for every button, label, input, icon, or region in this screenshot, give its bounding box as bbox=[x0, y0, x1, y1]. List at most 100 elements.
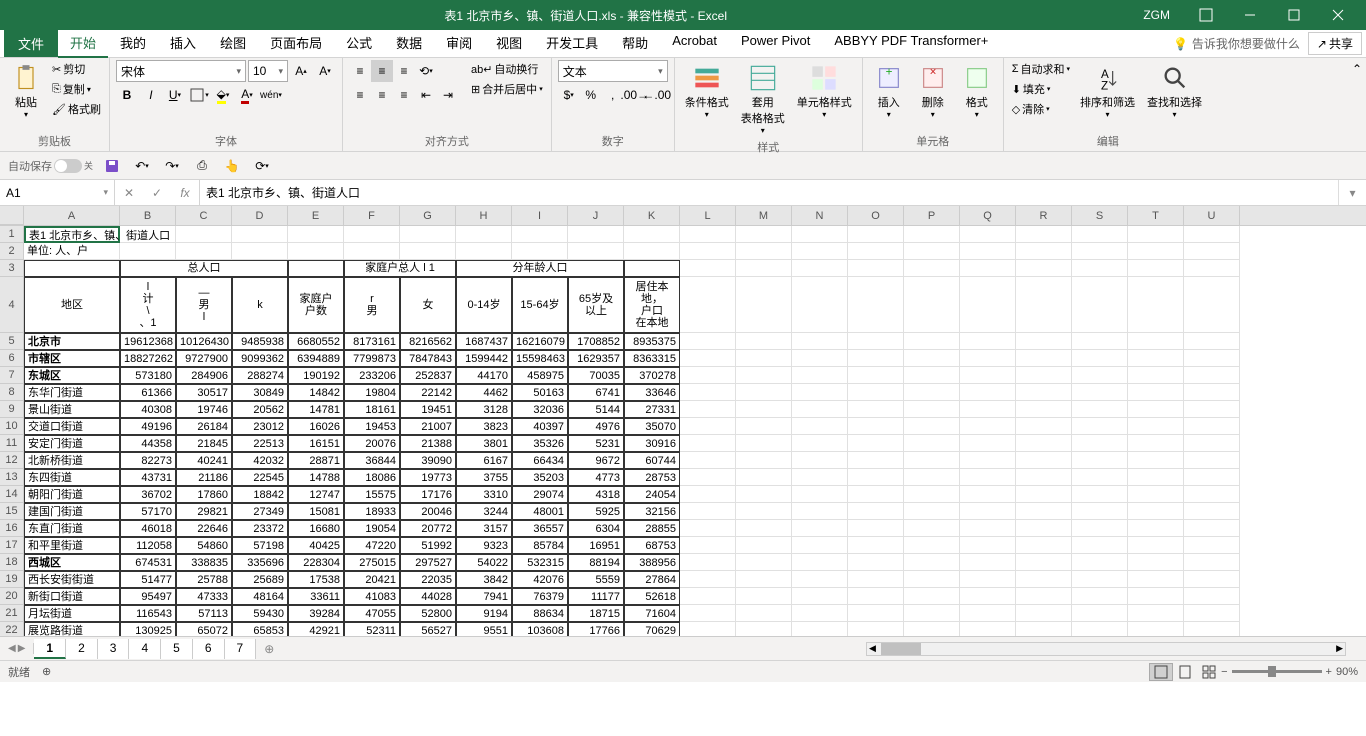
row-header-3[interactable]: 3 bbox=[0, 260, 24, 277]
cell[interactable]: 43731 bbox=[120, 469, 176, 486]
minimize-button[interactable] bbox=[1230, 1, 1270, 29]
cell[interactable]: 17176 bbox=[400, 486, 456, 503]
cell[interactable] bbox=[792, 277, 848, 333]
cell[interactable] bbox=[1072, 401, 1128, 418]
cell[interactable] bbox=[680, 520, 736, 537]
cell[interactable]: 3823 bbox=[456, 418, 512, 435]
cell[interactable]: 19612368 bbox=[120, 333, 176, 350]
cell[interactable] bbox=[848, 537, 904, 554]
cell[interactable] bbox=[792, 367, 848, 384]
ribbon-tab-9[interactable]: 开发工具 bbox=[534, 29, 610, 58]
row-header-13[interactable]: 13 bbox=[0, 469, 24, 486]
cell[interactable] bbox=[1128, 452, 1184, 469]
cell[interactable]: 15575 bbox=[344, 486, 400, 503]
cell[interactable]: 44028 bbox=[400, 588, 456, 605]
cell[interactable] bbox=[848, 520, 904, 537]
cell[interactable]: 交道口街道 bbox=[24, 418, 120, 435]
cell[interactable]: 29074 bbox=[512, 486, 568, 503]
cell[interactable] bbox=[1184, 469, 1240, 486]
cell[interactable] bbox=[120, 226, 176, 243]
ribbon-tab-10[interactable]: 帮助 bbox=[610, 29, 660, 58]
cell[interactable] bbox=[680, 452, 736, 469]
cell[interactable]: 85784 bbox=[512, 537, 568, 554]
cell[interactable] bbox=[1184, 401, 1240, 418]
cell[interactable]: 4976 bbox=[568, 418, 624, 435]
cell[interactable]: 50163 bbox=[512, 384, 568, 401]
cell[interactable] bbox=[792, 622, 848, 636]
cell[interactable] bbox=[960, 367, 1016, 384]
sheet-tab-3[interactable]: 3 bbox=[98, 639, 130, 659]
cell[interactable] bbox=[1016, 367, 1072, 384]
format-table-button[interactable]: 套用 表格格式▾ bbox=[737, 60, 789, 137]
cell[interactable] bbox=[512, 243, 568, 260]
row-header-5[interactable]: 5 bbox=[0, 333, 24, 350]
col-header-M[interactable]: M bbox=[736, 206, 792, 225]
cell[interactable] bbox=[1072, 622, 1128, 636]
cell[interactable]: 4773 bbox=[568, 469, 624, 486]
cell[interactable]: 21186 bbox=[176, 469, 232, 486]
cell[interactable] bbox=[1072, 277, 1128, 333]
cell[interactable] bbox=[624, 226, 680, 243]
cell[interactable] bbox=[1072, 350, 1128, 367]
format-cells-button[interactable]: 格式▾ bbox=[957, 60, 997, 121]
cell[interactable]: 16216079 bbox=[512, 333, 568, 350]
cell[interactable] bbox=[960, 554, 1016, 571]
cell[interactable] bbox=[1072, 486, 1128, 503]
cell[interactable]: 西长安街街道 bbox=[24, 571, 120, 588]
spreadsheet-grid[interactable]: ABCDEFGHIJKLMNOPQRSTU 1表1 北京市乡、镇、街道人口2单位… bbox=[0, 206, 1366, 636]
cell[interactable]: 44170 bbox=[456, 367, 512, 384]
cell[interactable] bbox=[568, 226, 624, 243]
qat-touch-icon[interactable]: 👆 bbox=[221, 155, 243, 177]
cell[interactable] bbox=[736, 333, 792, 350]
close-button[interactable] bbox=[1318, 1, 1358, 29]
cell[interactable] bbox=[1072, 571, 1128, 588]
cell[interactable] bbox=[960, 452, 1016, 469]
align-left-button[interactable]: ≡ bbox=[349, 84, 371, 106]
cell[interactable]: 40397 bbox=[512, 418, 568, 435]
cell[interactable]: 25788 bbox=[176, 571, 232, 588]
cell[interactable]: 9099362 bbox=[232, 350, 288, 367]
cell[interactable] bbox=[1128, 605, 1184, 622]
cell[interactable]: 23012 bbox=[232, 418, 288, 435]
cell[interactable] bbox=[904, 605, 960, 622]
cell[interactable] bbox=[736, 435, 792, 452]
cell[interactable] bbox=[344, 226, 400, 243]
cell[interactable]: 9551 bbox=[456, 622, 512, 636]
cell[interactable] bbox=[736, 571, 792, 588]
cell[interactable] bbox=[1016, 226, 1072, 243]
cell[interactable]: 17538 bbox=[288, 571, 344, 588]
cell[interactable]: 70035 bbox=[568, 367, 624, 384]
cell[interactable]: 27349 bbox=[232, 503, 288, 520]
cell[interactable] bbox=[680, 260, 736, 277]
cell[interactable]: 16026 bbox=[288, 418, 344, 435]
cell[interactable]: 36557 bbox=[512, 520, 568, 537]
cell[interactable]: 57198 bbox=[232, 537, 288, 554]
cell[interactable]: 安定门街道 bbox=[24, 435, 120, 452]
cell[interactable] bbox=[680, 367, 736, 384]
bold-button[interactable]: B bbox=[116, 84, 138, 106]
cell[interactable] bbox=[1016, 333, 1072, 350]
autosave-toggle[interactable]: 自动保存关 bbox=[8, 158, 93, 174]
cell[interactable] bbox=[792, 554, 848, 571]
cell[interactable] bbox=[904, 401, 960, 418]
sheet-tab-1[interactable]: 1 bbox=[34, 639, 66, 659]
cell[interactable] bbox=[904, 367, 960, 384]
expand-formula-button[interactable]: ▾ bbox=[1338, 180, 1366, 205]
decrease-font-button[interactable]: A▾ bbox=[314, 60, 336, 82]
cell[interactable]: 5231 bbox=[568, 435, 624, 452]
ribbon-tab-1[interactable]: 我的 bbox=[108, 29, 158, 58]
cell[interactable] bbox=[1184, 367, 1240, 384]
cell[interactable]: 12747 bbox=[288, 486, 344, 503]
cell[interactable] bbox=[792, 401, 848, 418]
cell[interactable] bbox=[624, 243, 680, 260]
cell[interactable] bbox=[1184, 277, 1240, 333]
cell[interactable] bbox=[680, 622, 736, 636]
font-name-combo[interactable]: 宋体▾ bbox=[116, 60, 246, 82]
cell[interactable] bbox=[1016, 384, 1072, 401]
copy-button[interactable]: ⎘复制▾ bbox=[50, 80, 103, 98]
cell[interactable]: 市辖区 bbox=[24, 350, 120, 367]
cell[interactable] bbox=[1072, 554, 1128, 571]
cell[interactable] bbox=[848, 401, 904, 418]
cell[interactable] bbox=[1184, 435, 1240, 452]
col-header-E[interactable]: E bbox=[288, 206, 344, 225]
